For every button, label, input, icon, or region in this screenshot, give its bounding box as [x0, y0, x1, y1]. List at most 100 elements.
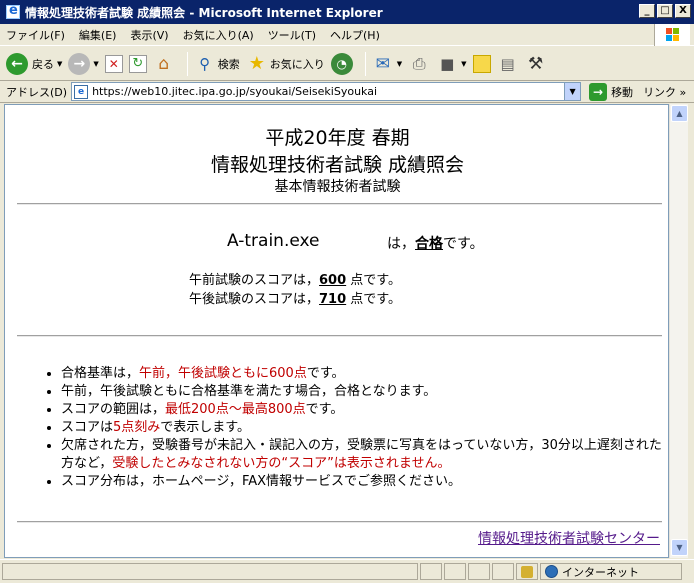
status-cell [492, 563, 514, 580]
result-suffix: です。 [443, 236, 484, 252]
address-input[interactable]: e https://web10.jitec.ipa.go.jp/syoukai/… [71, 82, 582, 101]
am-score-line: 午前試験のスコアは，600 点です。 [189, 269, 401, 288]
window-controls: _ □ X [639, 4, 691, 18]
ie-icon [6, 3, 20, 19]
scroll-down-icon[interactable]: ▼ [671, 539, 688, 556]
star-icon: ★ [248, 53, 265, 74]
pm-score-prefix: 午後試験のスコアは， [189, 292, 320, 307]
address-dropdown-icon[interactable]: ▼ [564, 83, 581, 100]
menu-edit[interactable]: 編集(E) [79, 27, 117, 43]
edit-button[interactable]: ■ ▼ [436, 53, 466, 75]
am-score-value: 600 [319, 273, 347, 288]
zone-label: インターネット [562, 565, 639, 579]
toolbar-separator [186, 51, 188, 76]
print-button[interactable]: ⎙ [408, 53, 430, 75]
list-item: スコアは5点刻みで表示します。 [61, 419, 663, 437]
edit-dropdown-icon[interactable]: ▼ [461, 60, 466, 68]
divider [17, 335, 662, 337]
messenger-button[interactable]: ⚒ [525, 53, 547, 75]
rule-highlight: 最低200点～最高800点 [165, 402, 306, 417]
rule-highlight: 5点刻み [113, 420, 161, 435]
stop-icon: ✕ [104, 54, 123, 73]
favorites-button[interactable]: ★ お気に入り [246, 53, 325, 75]
search-label: 検索 [217, 57, 240, 71]
address-url: https://web10.jitec.ipa.go.jp/syoukai/Se… [92, 85, 378, 98]
lock-icon [521, 566, 533, 578]
divider [17, 521, 662, 523]
rule-text: 午前，午後試験ともに合格基準を満たす場合，合格となります。 [61, 384, 437, 399]
examinee-name: A-train.exe [227, 231, 320, 251]
list-item: スコア分布は，ホームページ，FAX情報サービスでご参照ください。 [61, 473, 663, 491]
pm-score-value: 710 [319, 292, 347, 307]
refresh-button[interactable]: ↻ [128, 54, 147, 73]
menu-file[interactable]: ファイル(F) [6, 27, 65, 43]
history-button[interactable]: ◔ [330, 52, 353, 75]
links-label: リンク [643, 85, 677, 99]
go-arrow-icon: → [589, 82, 608, 101]
status-cell [468, 563, 490, 580]
links-button[interactable]: リンク » [643, 84, 686, 100]
forward-arrow-icon: → [68, 52, 91, 75]
toolbar: ← 戻る ▼ → ▼ ✕ ↻ ⌂ ⚲ 検索 ★ お気に入り ◔ ✉ ▼ ⎙ ■ … [0, 47, 694, 81]
refresh-icon: ↻ [128, 54, 147, 73]
back-button[interactable]: ← 戻る ▼ [6, 52, 62, 75]
security-zone[interactable]: インターネット [540, 563, 682, 580]
menu-help[interactable]: ヘルプ(H) [330, 27, 380, 43]
vertical-scrollbar[interactable]: ▲ ▼ [669, 104, 688, 558]
forward-dropdown-icon[interactable]: ▼ [93, 60, 98, 68]
back-arrow-icon: ← [6, 52, 28, 75]
scroll-up-icon[interactable]: ▲ [671, 105, 688, 122]
stop-button[interactable]: ✕ [104, 54, 123, 73]
rule-text: です。 [305, 402, 344, 417]
pm-score-line: 午後試験のスコアは，710 点です。 [189, 288, 401, 307]
globe-icon [545, 565, 558, 578]
mail-button[interactable]: ✉ ▼ [372, 53, 403, 75]
status-bar: インターネット [0, 559, 694, 583]
address-label: アドレス(D) [6, 85, 68, 99]
tools-icon: ⚒ [527, 53, 544, 74]
home-button[interactable]: ⌂ [153, 53, 175, 75]
maximize-button[interactable]: □ [657, 4, 673, 18]
address-bar: アドレス(D) e https://web10.jitec.ipa.go.jp/… [0, 81, 694, 103]
history-icon: ◔ [330, 52, 353, 75]
list-item: スコアの範囲は，最低200点～最高800点です。 [61, 401, 663, 419]
discuss-button[interactable] [472, 54, 491, 73]
rule-text: です。 [306, 366, 345, 381]
printer-icon: ⎙ [412, 53, 426, 73]
rule-text: スコアの範囲は， [61, 402, 166, 417]
back-dropdown-icon[interactable]: ▼ [57, 60, 62, 68]
research-button[interactable]: ▤ [497, 53, 519, 75]
rule-text: スコア分布は，ホームページ，FAX情報サービスでご参照ください。 [61, 474, 462, 489]
menu-bar: ファイル(F) 編集(E) 表示(V) お気に入り(A) ツール(T) ヘルプ(… [0, 24, 694, 46]
go-button[interactable]: → 移動 [589, 82, 633, 101]
result-value: 合格 [415, 236, 443, 252]
menu-favorites[interactable]: お気に入り(A) [183, 27, 254, 43]
list-item: 午前，午後試験ともに合格基準を満たす場合，合格となります。 [61, 383, 663, 401]
divider [17, 203, 662, 205]
menu-tools[interactable]: ツール(T) [268, 27, 316, 43]
page-icon: e [74, 84, 89, 99]
status-cell [444, 563, 466, 580]
minimize-button[interactable]: _ [639, 4, 655, 18]
menu-view[interactable]: 表示(V) [130, 27, 168, 43]
list-item: 合格基準は，午前，午後試験ともに600点です。 [61, 365, 663, 383]
page-heading-year: 平成20年度 春期 [265, 127, 410, 149]
list-item: 欠席された方，受験番号が未記入・誤記入の方，受験票に写真をはっていない方，30分… [61, 437, 663, 473]
jitec-center-link[interactable]: 情報処理技術者試験センター [478, 528, 660, 548]
search-button[interactable]: ⚲ 検索 [194, 53, 240, 75]
page-heading-exam: 基本情報技術者試験 [274, 179, 401, 195]
page-content: 平成20年度 春期 情報処理技術者試験 成績照会 基本情報技術者試験 A-tra… [4, 104, 669, 558]
back-label: 戻る [32, 57, 54, 71]
ssl-cell[interactable] [516, 563, 538, 580]
home-icon: ⌂ [158, 53, 170, 74]
windows-flag-icon [666, 28, 680, 42]
note-icon [472, 54, 491, 73]
close-button[interactable]: X [675, 4, 691, 18]
mail-dropdown-icon[interactable]: ▼ [397, 60, 402, 68]
rule-text: スコアは [61, 420, 114, 435]
rule-text: 合格基準は， [61, 366, 140, 381]
windows-logo [654, 24, 690, 46]
title-bar: 情報処理技術者試験 成績照会 - Microsoft Internet Expl… [0, 0, 694, 24]
result-line: は，合格です。 [387, 233, 484, 253]
forward-button[interactable]: → ▼ [68, 52, 99, 75]
